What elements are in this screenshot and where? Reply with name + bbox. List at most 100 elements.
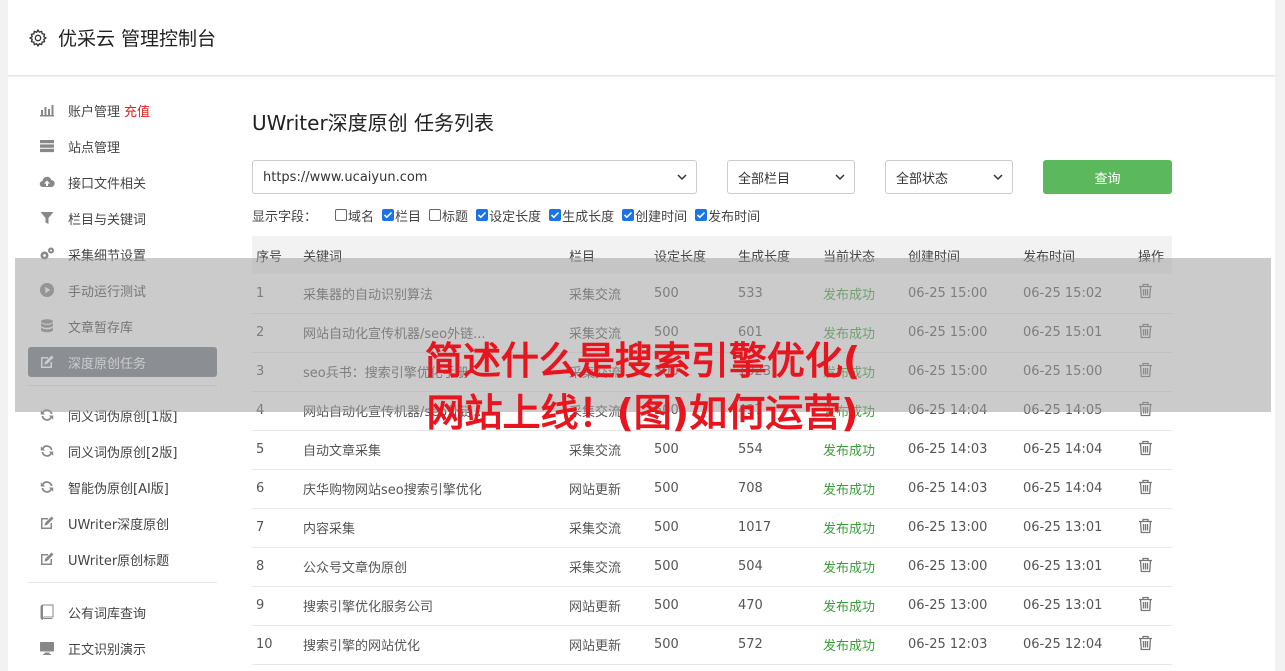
field-checkbox-label: 栏目 (395, 209, 422, 225)
status-cell: 发布成功 (823, 561, 876, 576)
sidebar-item[interactable]: 接口文件相关 (28, 167, 217, 197)
field-checkbox[interactable]: 栏目 (382, 206, 421, 225)
trash-icon (1139, 557, 1152, 572)
sidebar-item[interactable]: 同义词伪原创[2版] (28, 436, 217, 466)
trash-icon (1139, 479, 1152, 494)
checkbox-checked-icon (622, 209, 635, 221)
table-cell: 06-25 13:01 (1023, 598, 1103, 613)
table-cell: 06-25 13:00 (908, 559, 988, 574)
field-checkbox[interactable]: 创建时间 (622, 206, 687, 225)
table-cell: 06-25 12:04 (1023, 637, 1103, 652)
checkbox-unchecked-icon (335, 209, 348, 221)
sidebar-item-label: 接口文件相关 (68, 176, 147, 192)
delete-button[interactable] (1134, 508, 1172, 547)
table-cell: 采集交流 (569, 561, 622, 576)
table-cell: 庆华购物网站seo搜索引擎优化 (303, 483, 482, 498)
table-cell: 5 (256, 442, 265, 457)
edit-icon (38, 514, 56, 532)
field-checkbox[interactable]: 设定长度 (476, 206, 541, 225)
server-icon (38, 137, 56, 155)
filter-bar: https://www.ucaiyun.com 全部栏目 全部状态 查询 (252, 160, 1172, 194)
table-cell: 公众号文章伪原创 (303, 561, 408, 576)
table-cell: 采集交流 (569, 522, 622, 537)
field-checkbox[interactable]: 标题 (429, 206, 468, 225)
table-cell: 06-25 14:03 (908, 442, 988, 457)
table-cell: 06-25 14:03 (908, 481, 988, 496)
status-cell: 发布成功 (823, 444, 876, 459)
status-select[interactable]: 全部状态 (885, 160, 1013, 194)
trash-icon (1139, 518, 1152, 533)
table-cell: 572 (738, 637, 763, 652)
sidebar-item-label: UWriter原创标题 (68, 553, 170, 569)
checkbox-checked-icon (476, 209, 489, 221)
table-cell: 500 (654, 637, 679, 652)
status-cell: 发布成功 (823, 639, 876, 654)
status-cell: 发布成功 (823, 600, 876, 615)
sidebar-item[interactable]: 账户管理 充值 (28, 95, 217, 125)
table-cell: 网站更新 (569, 639, 622, 654)
table-cell: 采集交流 (569, 444, 622, 459)
sidebar-item[interactable]: UWriter原创标题 (28, 544, 217, 574)
table-cell: 网站更新 (569, 600, 622, 615)
gear-icon (28, 28, 48, 47)
field-checkbox[interactable]: 生成长度 (549, 206, 614, 225)
display-fields-label: 显示字段： (252, 209, 318, 225)
table-cell: 自动文章采集 (303, 444, 382, 459)
delete-button[interactable] (1134, 469, 1172, 508)
table-cell: 470 (738, 598, 763, 613)
sidebar-item[interactable]: 公有词库查询 (28, 597, 217, 627)
site-select[interactable]: https://www.ucaiyun.com (252, 160, 697, 194)
field-checkbox[interactable]: 域名 (335, 206, 374, 225)
chevron-down-icon (835, 174, 845, 181)
field-checkbox-label: 域名 (348, 209, 375, 225)
refresh-icon (38, 478, 56, 496)
table-cell: 504 (738, 559, 763, 574)
trash-icon (1139, 440, 1152, 455)
sidebar-item-label: 站点管理 (68, 140, 121, 156)
field-checkbox-label: 生成长度 (562, 209, 615, 225)
field-checkbox-label: 设定长度 (489, 209, 542, 225)
table-cell: 06-25 14:04 (1023, 442, 1103, 457)
delete-button[interactable] (1134, 547, 1172, 586)
edit-icon (38, 550, 56, 568)
column-select-value: 全部栏目 (738, 171, 791, 187)
table-cell: 06-25 13:00 (908, 520, 988, 535)
field-checkbox[interactable]: 发布时间 (695, 206, 760, 225)
refresh-icon (38, 442, 56, 460)
sidebar-item-label: UWriter深度原创 (68, 517, 170, 533)
table-cell: 9 (256, 598, 265, 613)
delete-button[interactable] (1134, 586, 1172, 625)
table-cell: 554 (738, 442, 763, 457)
sidebar-item[interactable]: 栏目与关键词 (28, 203, 217, 233)
table-cell: 500 (654, 481, 679, 496)
table-cell: 500 (654, 520, 679, 535)
table-cell: 搜索引擎优化服务公司 (303, 600, 434, 615)
status-cell: 发布成功 (823, 522, 876, 537)
delete-button[interactable] (1134, 430, 1172, 469)
column-select[interactable]: 全部栏目 (727, 160, 855, 194)
field-checkbox-label: 标题 (442, 209, 469, 225)
cloud-upload-icon (38, 173, 56, 191)
delete-button[interactable] (1134, 625, 1172, 664)
sidebar-item[interactable]: 智能伪原创[AI版] (28, 472, 217, 502)
status-select-value: 全部状态 (896, 171, 949, 187)
table-row: 5 自动文章采集 采集交流 500 554 发布成功 06-25 14:03 06-25 14… (252, 430, 1172, 469)
table-cell: 500 (654, 559, 679, 574)
query-button[interactable]: 查询 (1043, 160, 1172, 194)
table-row: 8 公众号文章伪原创 采集交流 500 504 发布成功 06-25 13:00 06-25 … (252, 547, 1172, 586)
sidebar-item-label: 正文识别演示 (68, 642, 147, 658)
checkbox-unchecked-icon (429, 209, 442, 221)
table-cell: 06-25 12:03 (908, 637, 988, 652)
page-title: UWriter深度原创 任务列表 (252, 111, 495, 135)
status-cell: 发布成功 (823, 483, 876, 498)
sidebar-item[interactable]: 站点管理 (28, 131, 217, 161)
sidebar-item-label: 公有词库查询 (68, 606, 147, 622)
table-cell: 8 (256, 559, 265, 574)
table-cell: 搜索引擎的网站优化 (303, 639, 421, 654)
sidebar-item-label: 栏目与关键词 (68, 212, 147, 228)
trash-icon (1139, 596, 1152, 611)
sidebar-item[interactable]: UWriter深度原创 (28, 508, 217, 538)
sidebar-item[interactable]: 正文识别演示 (28, 633, 217, 663)
recharge-link[interactable]: 充值 (124, 101, 150, 120)
trash-icon (1139, 635, 1152, 650)
